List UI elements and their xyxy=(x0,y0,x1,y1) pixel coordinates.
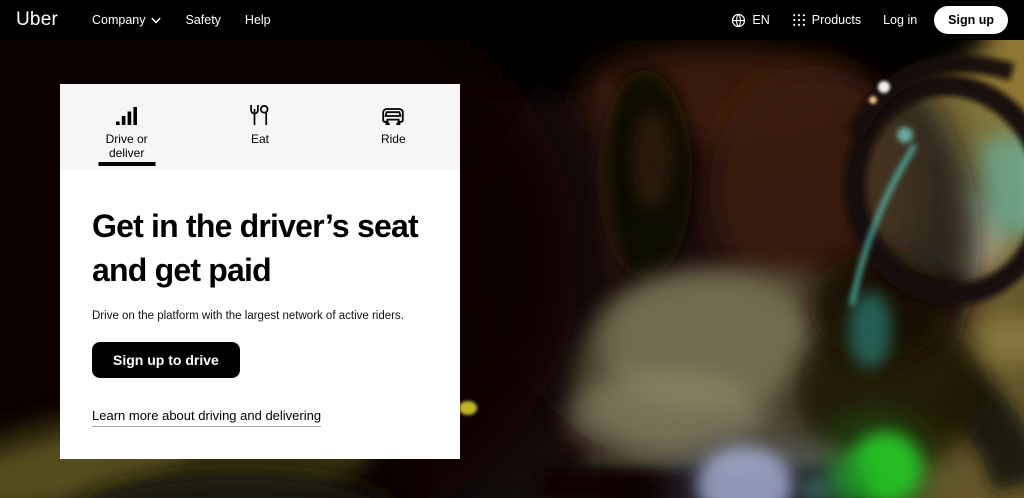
products-menu[interactable]: Products xyxy=(781,0,872,40)
nav-item-safety-label: Safety xyxy=(185,13,220,27)
login-label: Log in xyxy=(883,13,917,27)
hero-card: Drive or deliver Eat xyxy=(60,84,460,459)
top-navbar: Uber Company Safety Help EN xyxy=(0,0,1024,40)
car-front-icon xyxy=(381,103,405,125)
login-button[interactable]: Log in xyxy=(872,0,928,40)
nav-item-company-label: Company xyxy=(92,13,146,27)
uber-homepage: Uber Company Safety Help EN xyxy=(0,0,1024,498)
uber-logo[interactable]: Uber xyxy=(16,9,58,31)
service-tabs: Drive or deliver Eat xyxy=(60,84,460,170)
tab-eat[interactable]: Eat xyxy=(193,84,326,170)
signal-bars-icon xyxy=(115,103,139,125)
products-label: Products xyxy=(812,13,861,27)
tab-drive-or-deliver[interactable]: Drive or deliver xyxy=(60,84,193,170)
learn-more-row: Learn more about driving and delivering xyxy=(92,407,428,425)
chevron-down-icon xyxy=(151,17,161,24)
nav-item-safety[interactable]: Safety xyxy=(173,0,232,40)
nav-item-company[interactable]: Company xyxy=(80,0,174,40)
signup-to-drive-button[interactable]: Sign up to drive xyxy=(92,342,240,378)
hero-card-body: Get in the driver’s seat and get paid Dr… xyxy=(60,170,460,425)
nav-item-help-label: Help xyxy=(245,13,271,27)
fork-spoon-icon xyxy=(248,103,272,125)
tab-eat-label: Eat xyxy=(251,133,269,147)
tab-drive-or-deliver-label: Drive or deliver xyxy=(89,133,165,161)
language-selector[interactable]: EN xyxy=(720,0,780,40)
language-label: EN xyxy=(752,13,769,27)
nav-item-help[interactable]: Help xyxy=(233,0,283,40)
signup-button[interactable]: Sign up xyxy=(934,6,1008,34)
navbar-left: Uber Company Safety Help xyxy=(16,0,283,40)
tab-ride-label: Ride xyxy=(381,133,406,147)
learn-more-link[interactable]: Learn more about driving and delivering xyxy=(92,408,321,427)
hero-description: Drive on the platform with the largest n… xyxy=(92,310,428,322)
globe-icon xyxy=(731,13,746,28)
tab-ride[interactable]: Ride xyxy=(327,84,460,170)
hero-heading: Get in the driver’s seat and get paid xyxy=(92,204,428,292)
apps-grid-icon xyxy=(792,13,806,27)
navbar-right: EN Products Log in Sign up xyxy=(720,0,1008,40)
